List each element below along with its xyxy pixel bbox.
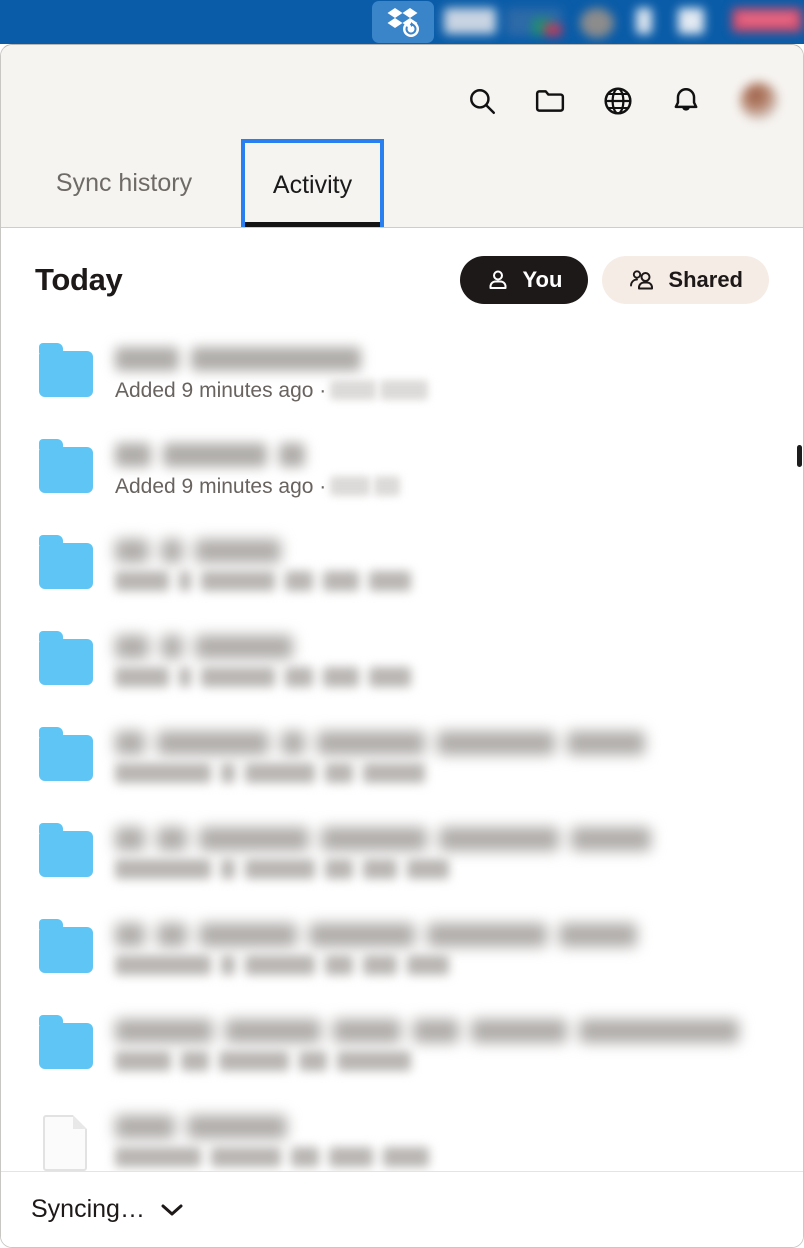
list-item-subtitle <box>115 666 769 691</box>
bell-icon[interactable] <box>671 86 701 116</box>
list-item-subtitle: Added 9 minutes ago · <box>115 379 769 403</box>
list-item-subtitle <box>115 954 769 979</box>
people-icon <box>630 270 654 290</box>
list-item[interactable] <box>35 998 769 1094</box>
list-item-text <box>115 1018 769 1075</box>
list-item-subtitle-text: Added 9 minutes ago · <box>115 474 327 498</box>
header-icon-bar <box>467 81 779 121</box>
header-tabs: Sync history Activity <box>1 139 384 227</box>
list-item-title <box>115 730 769 757</box>
vertical-scrollbar-thumb[interactable] <box>797 445 802 467</box>
list-item-text: Added 9 minutes ago · <box>115 346 769 403</box>
dropbox-menu-bar-icon[interactable] <box>372 1 434 43</box>
list-item-subtitle: Added 9 minutes ago · <box>115 475 769 499</box>
tab-sync-history[interactable]: Sync history <box>1 139 241 227</box>
avatar[interactable] <box>739 81 779 121</box>
list-item-subtitle <box>115 1050 769 1075</box>
list-item[interactable] <box>35 710 769 806</box>
folder-icon <box>35 823 95 883</box>
folder-icon[interactable] <box>535 86 565 116</box>
list-item-title <box>115 922 769 949</box>
activity-list: Added 9 minutes ago · Added 9 minutes ag… <box>1 326 803 1247</box>
folder-icon <box>35 727 95 787</box>
tab-activity-label: Activity <box>272 170 353 199</box>
activity-filter-group: You Shared <box>460 256 769 304</box>
folder-icon <box>35 535 95 595</box>
list-item-text <box>115 826 769 883</box>
tab-activity[interactable]: Activity <box>241 139 384 227</box>
macos-menu-bar <box>0 0 804 44</box>
list-item[interactable] <box>35 518 769 614</box>
folder-icon <box>35 439 95 499</box>
filter-shared-label: Shared <box>668 267 743 292</box>
tab-sync-history-label: Sync history <box>55 168 193 197</box>
list-item-title <box>115 634 769 661</box>
filter-you-label: You <box>522 267 563 292</box>
page-title: Today <box>35 262 123 297</box>
status-footer: Syncing… <box>1 1171 803 1247</box>
list-item-title <box>115 442 769 469</box>
activity-panel: Today You Shared Added 9 minutes ago · A… <box>1 228 803 1247</box>
list-item-subtitle <box>115 858 769 883</box>
filter-you-button[interactable]: You <box>460 256 589 304</box>
sync-status-button[interactable]: Syncing… <box>31 1195 185 1224</box>
list-item[interactable] <box>35 902 769 998</box>
list-item[interactable]: Added 9 minutes ago · <box>35 326 769 422</box>
document-icon <box>35 1113 95 1171</box>
list-item-subtitle <box>115 570 769 595</box>
dropbox-desktop-window: Sync history Activity Today You Shared A… <box>0 44 804 1248</box>
list-item-subtitle <box>115 1146 769 1171</box>
folder-icon <box>35 631 95 691</box>
list-item-text <box>115 922 769 979</box>
list-item[interactable] <box>35 806 769 902</box>
filter-shared-button[interactable]: Shared <box>602 256 769 304</box>
activity-list-header: Today You Shared <box>1 228 803 304</box>
chevron-down-icon <box>161 1204 183 1215</box>
list-item-subtitle-text: Added 9 minutes ago · <box>115 378 327 402</box>
avatar-image <box>740 82 778 120</box>
list-item-text <box>115 730 769 787</box>
list-item-title <box>115 1114 769 1141</box>
person-icon <box>489 270 507 289</box>
list-item-title <box>115 1018 769 1045</box>
menu-bar-status-items <box>440 2 804 42</box>
list-item-text <box>115 634 769 691</box>
list-item[interactable] <box>35 614 769 710</box>
list-item-subtitle <box>115 762 769 787</box>
list-item-text <box>115 1114 769 1171</box>
list-item-title <box>115 346 769 373</box>
sync-status-label: Syncing… <box>31 1195 145 1223</box>
search-icon[interactable] <box>467 86 497 116</box>
list-item-text: Added 9 minutes ago · <box>115 442 769 499</box>
list-item[interactable]: Added 9 minutes ago · <box>35 422 769 518</box>
folder-icon <box>35 1015 95 1075</box>
folder-icon <box>35 343 95 403</box>
list-item-title <box>115 826 769 853</box>
list-item-title <box>115 538 769 565</box>
window-header: Sync history Activity <box>1 45 803 228</box>
globe-icon[interactable] <box>603 86 633 116</box>
list-item-text <box>115 538 769 595</box>
menu-bar-left-region <box>0 0 372 44</box>
folder-icon <box>35 919 95 979</box>
